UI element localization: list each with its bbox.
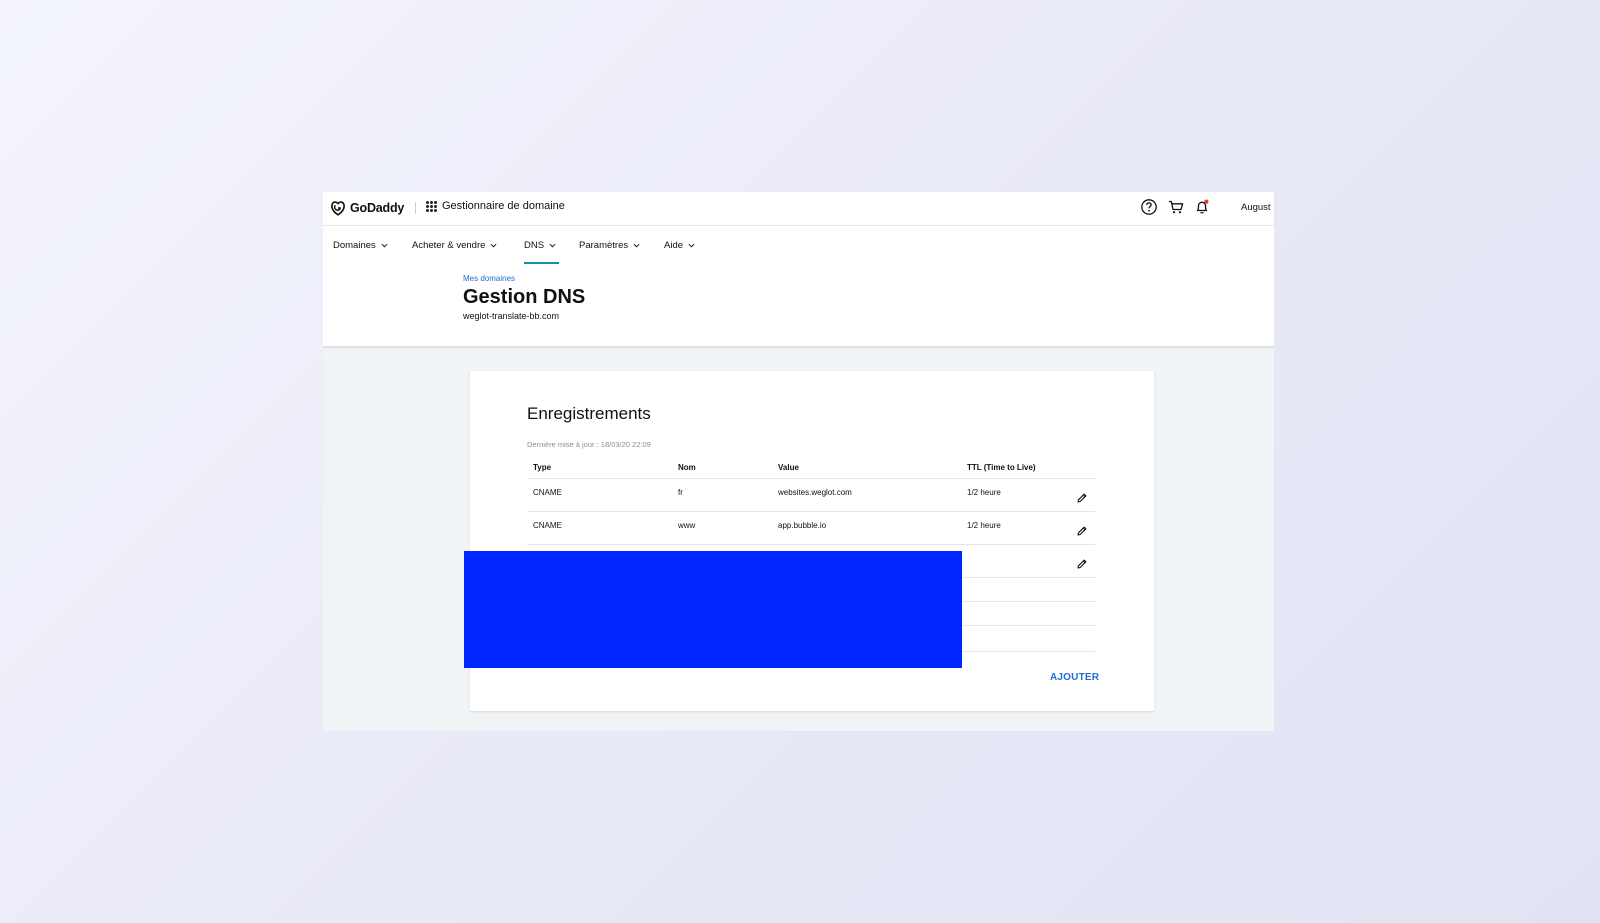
nav-acheter-vendre[interactable]: Acheter & vendre — [412, 240, 497, 251]
cell-nom: www — [678, 521, 696, 530]
nav-label: Paramètres — [579, 240, 629, 251]
help-circle-icon[interactable] — [1140, 198, 1158, 216]
nav-dns[interactable]: DNS — [524, 240, 556, 251]
top-bar: GoDaddy Gestionnaire de domaine August — [323, 192, 1274, 226]
nav-parametres[interactable]: Paramètres — [579, 240, 640, 251]
cell-value: app.bubble.io — [778, 521, 827, 530]
records-card: Enregistrements Dernière mise à jour : 1… — [464, 371, 1154, 711]
nav-label: Acheter & vendre — [412, 240, 486, 251]
column-header-nom: Nom — [678, 463, 696, 472]
browser-frame: GoDaddy Gestionnaire de domaine August D… — [323, 192, 1274, 731]
row-divider — [527, 544, 1095, 545]
cell-value: websites.weglot.com — [778, 488, 852, 497]
godaddy-logo-icon — [331, 201, 345, 216]
nav-domaines[interactable]: Domaines — [333, 240, 388, 251]
pencil-icon[interactable] — [1076, 492, 1088, 504]
chevron-down-icon — [381, 243, 388, 248]
redaction-block — [464, 551, 962, 668]
nav-label: Domaines — [333, 240, 376, 251]
godaddy-logo[interactable]: GoDaddy — [329, 199, 404, 217]
active-tab-indicator — [524, 262, 559, 264]
add-record-button[interactable]: AJOUTER — [1050, 672, 1099, 683]
brand-name: GoDaddy — [350, 201, 405, 215]
notification-dot — [1204, 199, 1209, 204]
records-title: Enregistrements — [527, 404, 651, 423]
cart-icon[interactable] — [1167, 198, 1185, 216]
apps-grid-icon[interactable] — [426, 201, 437, 212]
nav-label: DNS — [524, 240, 545, 251]
app-title: Gestionnaire de domaine — [442, 200, 565, 212]
pencil-icon[interactable] — [1076, 558, 1088, 570]
cell-type: CNAME — [533, 521, 562, 530]
cell-ttl: 1/2 heure — [967, 488, 1001, 497]
chevron-down-icon — [549, 243, 556, 248]
last-updated: Dernière mise à jour : 18/03/20 22:09 — [527, 440, 651, 449]
header-divider — [415, 202, 416, 214]
row-divider — [527, 511, 1095, 512]
column-header-ttl: TTL (Time to Live) — [967, 463, 1036, 472]
row-divider — [527, 478, 1095, 479]
cell-ttl: 1/2 heure — [967, 521, 1001, 530]
pencil-icon[interactable] — [1076, 525, 1088, 537]
domain-name: weglot-translate-bb.com — [463, 311, 560, 321]
cell-type: CNAME — [533, 488, 562, 497]
column-header-value: Value — [778, 463, 799, 472]
column-header-type: Type — [533, 463, 552, 472]
chevron-down-icon — [490, 243, 497, 248]
chevron-down-icon — [688, 243, 695, 248]
page-title: Gestion DNS — [463, 286, 586, 308]
bell-icon[interactable] — [1193, 198, 1211, 216]
nav-label: Aide — [664, 240, 684, 251]
user-name[interactable]: August — [1241, 202, 1271, 213]
breadcrumb[interactable]: Mes domaines — [463, 274, 515, 283]
page-header: Domaines Acheter & vendre DNS Paramètres… — [323, 226, 1274, 348]
cell-nom: fr — [678, 488, 683, 497]
nav-aide[interactable]: Aide — [664, 240, 695, 251]
chevron-down-icon — [633, 243, 640, 248]
